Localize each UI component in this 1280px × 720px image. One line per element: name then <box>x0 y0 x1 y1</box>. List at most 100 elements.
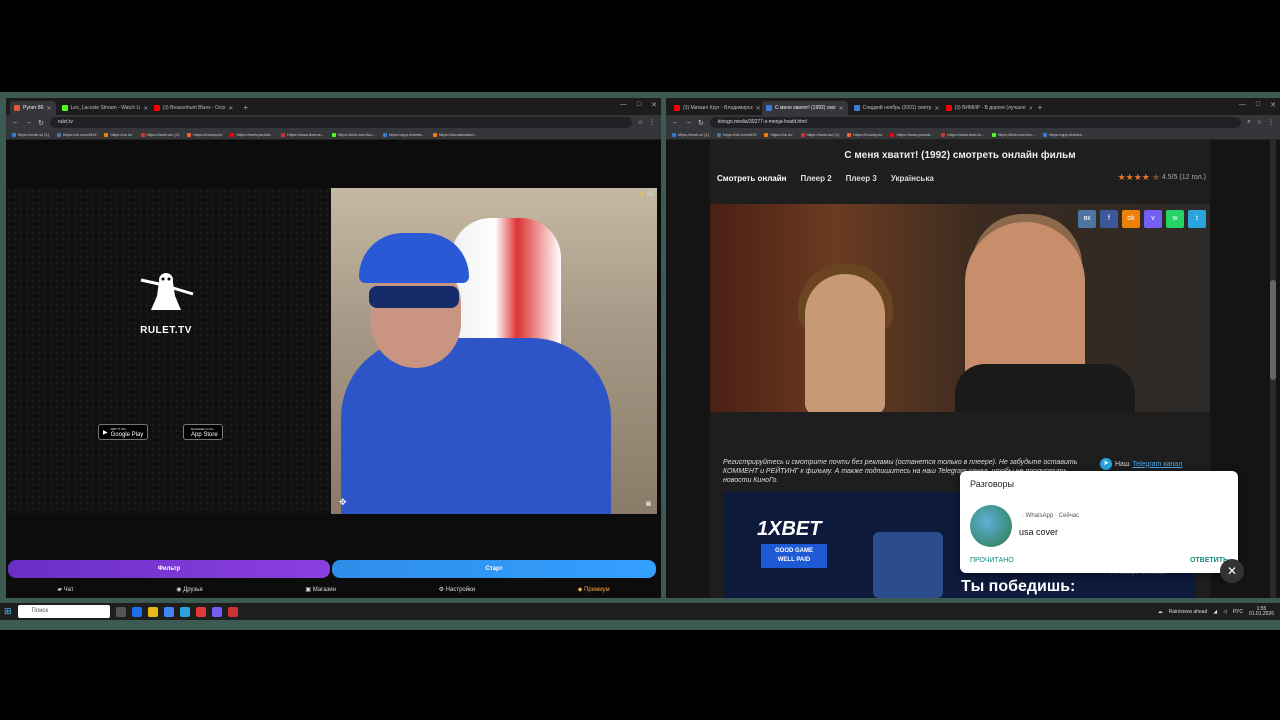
facebook-icon[interactable]: f <box>1100 210 1118 228</box>
bookmark-item[interactable]: https://www.ikmrus... <box>281 132 324 137</box>
edge-icon[interactable] <box>131 606 142 617</box>
bookmark-item[interactable]: https://app.restrea... <box>383 132 425 137</box>
back-icon[interactable]: ← <box>12 119 19 126</box>
vk-icon[interactable]: вк <box>1078 210 1096 228</box>
bookmark-item[interactable]: https://boosty.to/ <box>847 132 882 137</box>
weather-text[interactable]: Rain/snow ahead <box>1169 609 1208 615</box>
close-icon[interactable]: ✕ <box>934 105 939 112</box>
bookmark-item[interactable]: https://boosty.to/ <box>187 132 222 137</box>
new-tab-button[interactable]: + <box>1034 101 1047 115</box>
start-button[interactable]: Старт <box>332 560 656 578</box>
close-window-icon[interactable]: ✕ <box>651 101 657 109</box>
bookmark-item[interactable]: https://app.restrea... <box>1043 132 1085 137</box>
url-field[interactable]: rulet.tv <box>49 117 632 128</box>
bookmark-item[interactable]: https://www.youtub... <box>230 132 273 137</box>
back-icon[interactable]: ← <box>672 119 679 126</box>
menu-icon[interactable]: ⋮ <box>649 119 655 126</box>
bookmark-item[interactable]: https://donationalert... <box>432 132 477 137</box>
tab-kick[interactable]: Leo_Lacoste Stream - Watch Li ✕ <box>58 101 148 115</box>
filter-button[interactable]: Фильтр <box>8 560 330 578</box>
volume-icon[interactable]: ◁ <box>1223 609 1227 615</box>
video-player[interactable]: вк f ok v w t <box>710 204 1210 412</box>
telegram-app-icon[interactable] <box>179 606 190 617</box>
minimize-icon[interactable]: — <box>1239 101 1246 109</box>
whatsapp-notification[interactable]: Разговоры · WhatsApp · Сейчас usa cover … <box>960 471 1244 583</box>
telegram-channel-link[interactable]: Telegram канал <box>1133 461 1183 468</box>
close-icon[interactable]: ✕ <box>228 105 233 112</box>
tab-watch-online[interactable]: Смотреть онлайн <box>717 174 786 183</box>
network-icon[interactable]: ◢ <box>1213 609 1217 615</box>
maximize-icon[interactable]: □ <box>637 101 641 109</box>
new-tab-button[interactable]: + <box>239 101 252 115</box>
camera-icon[interactable]: ◙ <box>646 499 651 508</box>
tab-sweet-november[interactable]: Сладкий ноябрь (2001) смотр ✕ <box>850 101 940 115</box>
url-field[interactable]: kinogo.media/30277-s-menja-hvatit.html <box>709 117 1242 128</box>
move-icon[interactable]: ✥ <box>339 497 347 508</box>
reload-icon[interactable]: ↻ <box>698 119 704 127</box>
weather-icon[interactable]: ☁ <box>1158 609 1163 615</box>
language-indicator[interactable]: РУС <box>1233 609 1243 615</box>
viber-icon[interactable]: v <box>1144 210 1162 228</box>
bookmark-item[interactable]: https://kick.com/lco... <box>332 132 375 137</box>
app-store-button[interactable]: Download on the App Store <box>183 424 223 440</box>
scrollbar[interactable] <box>1270 140 1276 598</box>
odnoklassniki-icon[interactable]: ok <box>1122 210 1140 228</box>
task-view-icon[interactable] <box>115 606 126 617</box>
viber-app-icon[interactable] <box>211 606 222 617</box>
bookmark-item[interactable]: https://vk.com/id19 <box>57 132 96 137</box>
whatsapp-icon[interactable]: w <box>1166 210 1184 228</box>
tab-player-2[interactable]: Плеер 2 <box>800 174 831 183</box>
tab-rulet[interactable]: Рулет 86 ✕ <box>10 101 56 115</box>
close-icon[interactable]: ✕ <box>756 105 760 112</box>
tab-ukrainian[interactable]: Українська <box>891 174 934 183</box>
dismiss-icon[interactable]: ✕ <box>1220 559 1244 583</box>
close-icon[interactable]: ✕ <box>839 105 844 112</box>
telegram-icon[interactable]: t <box>1188 210 1206 228</box>
bookmark-item[interactable]: https://vk.com/id19 <box>717 132 756 137</box>
minimize-icon[interactable]: — <box>620 101 627 109</box>
tab-youtube-vimir[interactable]: (3) ВИМИР - В дороге (лучшее ✕ <box>942 101 1032 115</box>
bookmark-item[interactable]: https://ok.ru/ <box>104 132 133 137</box>
rating-star-half[interactable]: ★ <box>1152 172 1160 183</box>
taskbar-search[interactable]: Поиск <box>17 605 110 618</box>
mark-read-button[interactable]: ПРОЧИТАНО <box>970 557 1014 564</box>
explorer-icon[interactable] <box>147 606 158 617</box>
bookmark-item[interactable]: https://www.ikmrus... <box>941 132 984 137</box>
tab-youtube[interactable]: (3) Beasonhunt Blues - Ocio ✕ <box>150 101 238 115</box>
nav-premium[interactable]: ◆ Премиум <box>578 586 610 593</box>
tab-player-3[interactable]: Плеер 3 <box>846 174 877 183</box>
bookmark-item[interactable]: https://ok.ru/ <box>764 132 793 137</box>
clock[interactable]: 1:55 01.01.2026 <box>1249 606 1274 617</box>
bookmark-item[interactable]: https://mail.ru/ (1) <box>12 132 49 137</box>
rating-stars[interactable]: ★★★★ <box>1118 172 1150 183</box>
tab-youtube-krug[interactable]: (3) Михаил Круг - Владимирск ✕ <box>670 101 760 115</box>
bookmark-item[interactable]: https://tanki.su/ (1) <box>800 132 839 137</box>
close-window-icon[interactable]: ✕ <box>1270 101 1276 109</box>
star-icon[interactable]: ☆ <box>638 119 643 126</box>
chrome-icon[interactable] <box>163 606 174 617</box>
search-icon[interactable]: ⌕ <box>1247 119 1250 126</box>
star-icon[interactable]: ☆ <box>1257 119 1262 126</box>
bookmark-item[interactable]: https://tanki.su/ (1) <box>140 132 179 137</box>
forward-icon[interactable]: → <box>25 119 32 126</box>
nav-friends[interactable]: ◉ Друзья <box>176 586 202 593</box>
bookmark-item[interactable]: https://kick.com/lco... <box>992 132 1035 137</box>
nav-chat[interactable]: ▰ Чат <box>57 586 73 593</box>
reload-icon[interactable]: ↻ <box>38 119 44 127</box>
nav-settings[interactable]: ⚙ Настройки <box>439 586 475 593</box>
bookmark-item[interactable]: https://www.youtub... <box>890 132 933 137</box>
close-icon[interactable]: ✕ <box>143 105 147 112</box>
google-play-button[interactable]: ▶ GET IT ON Google Play <box>98 424 149 440</box>
tab-kinogo[interactable]: С меня хватит! (1992) смо ✕ <box>762 101 848 115</box>
windows-start-icon[interactable]: ⊞ <box>4 606 12 617</box>
menu-icon[interactable]: ⋮ <box>1268 119 1274 126</box>
app-icon[interactable] <box>227 606 238 617</box>
forward-icon[interactable]: → <box>685 119 692 126</box>
close-icon[interactable]: ✕ <box>1029 105 1032 112</box>
opera-icon[interactable] <box>195 606 206 617</box>
maximize-icon[interactable]: □ <box>1256 101 1260 109</box>
nav-shop[interactable]: ▣ Магазин <box>305 586 336 593</box>
scrollbar-thumb[interactable] <box>1270 280 1276 380</box>
bookmark-item[interactable]: https://mail.ru/ (1) <box>672 132 709 137</box>
close-icon[interactable]: ✕ <box>47 105 52 112</box>
